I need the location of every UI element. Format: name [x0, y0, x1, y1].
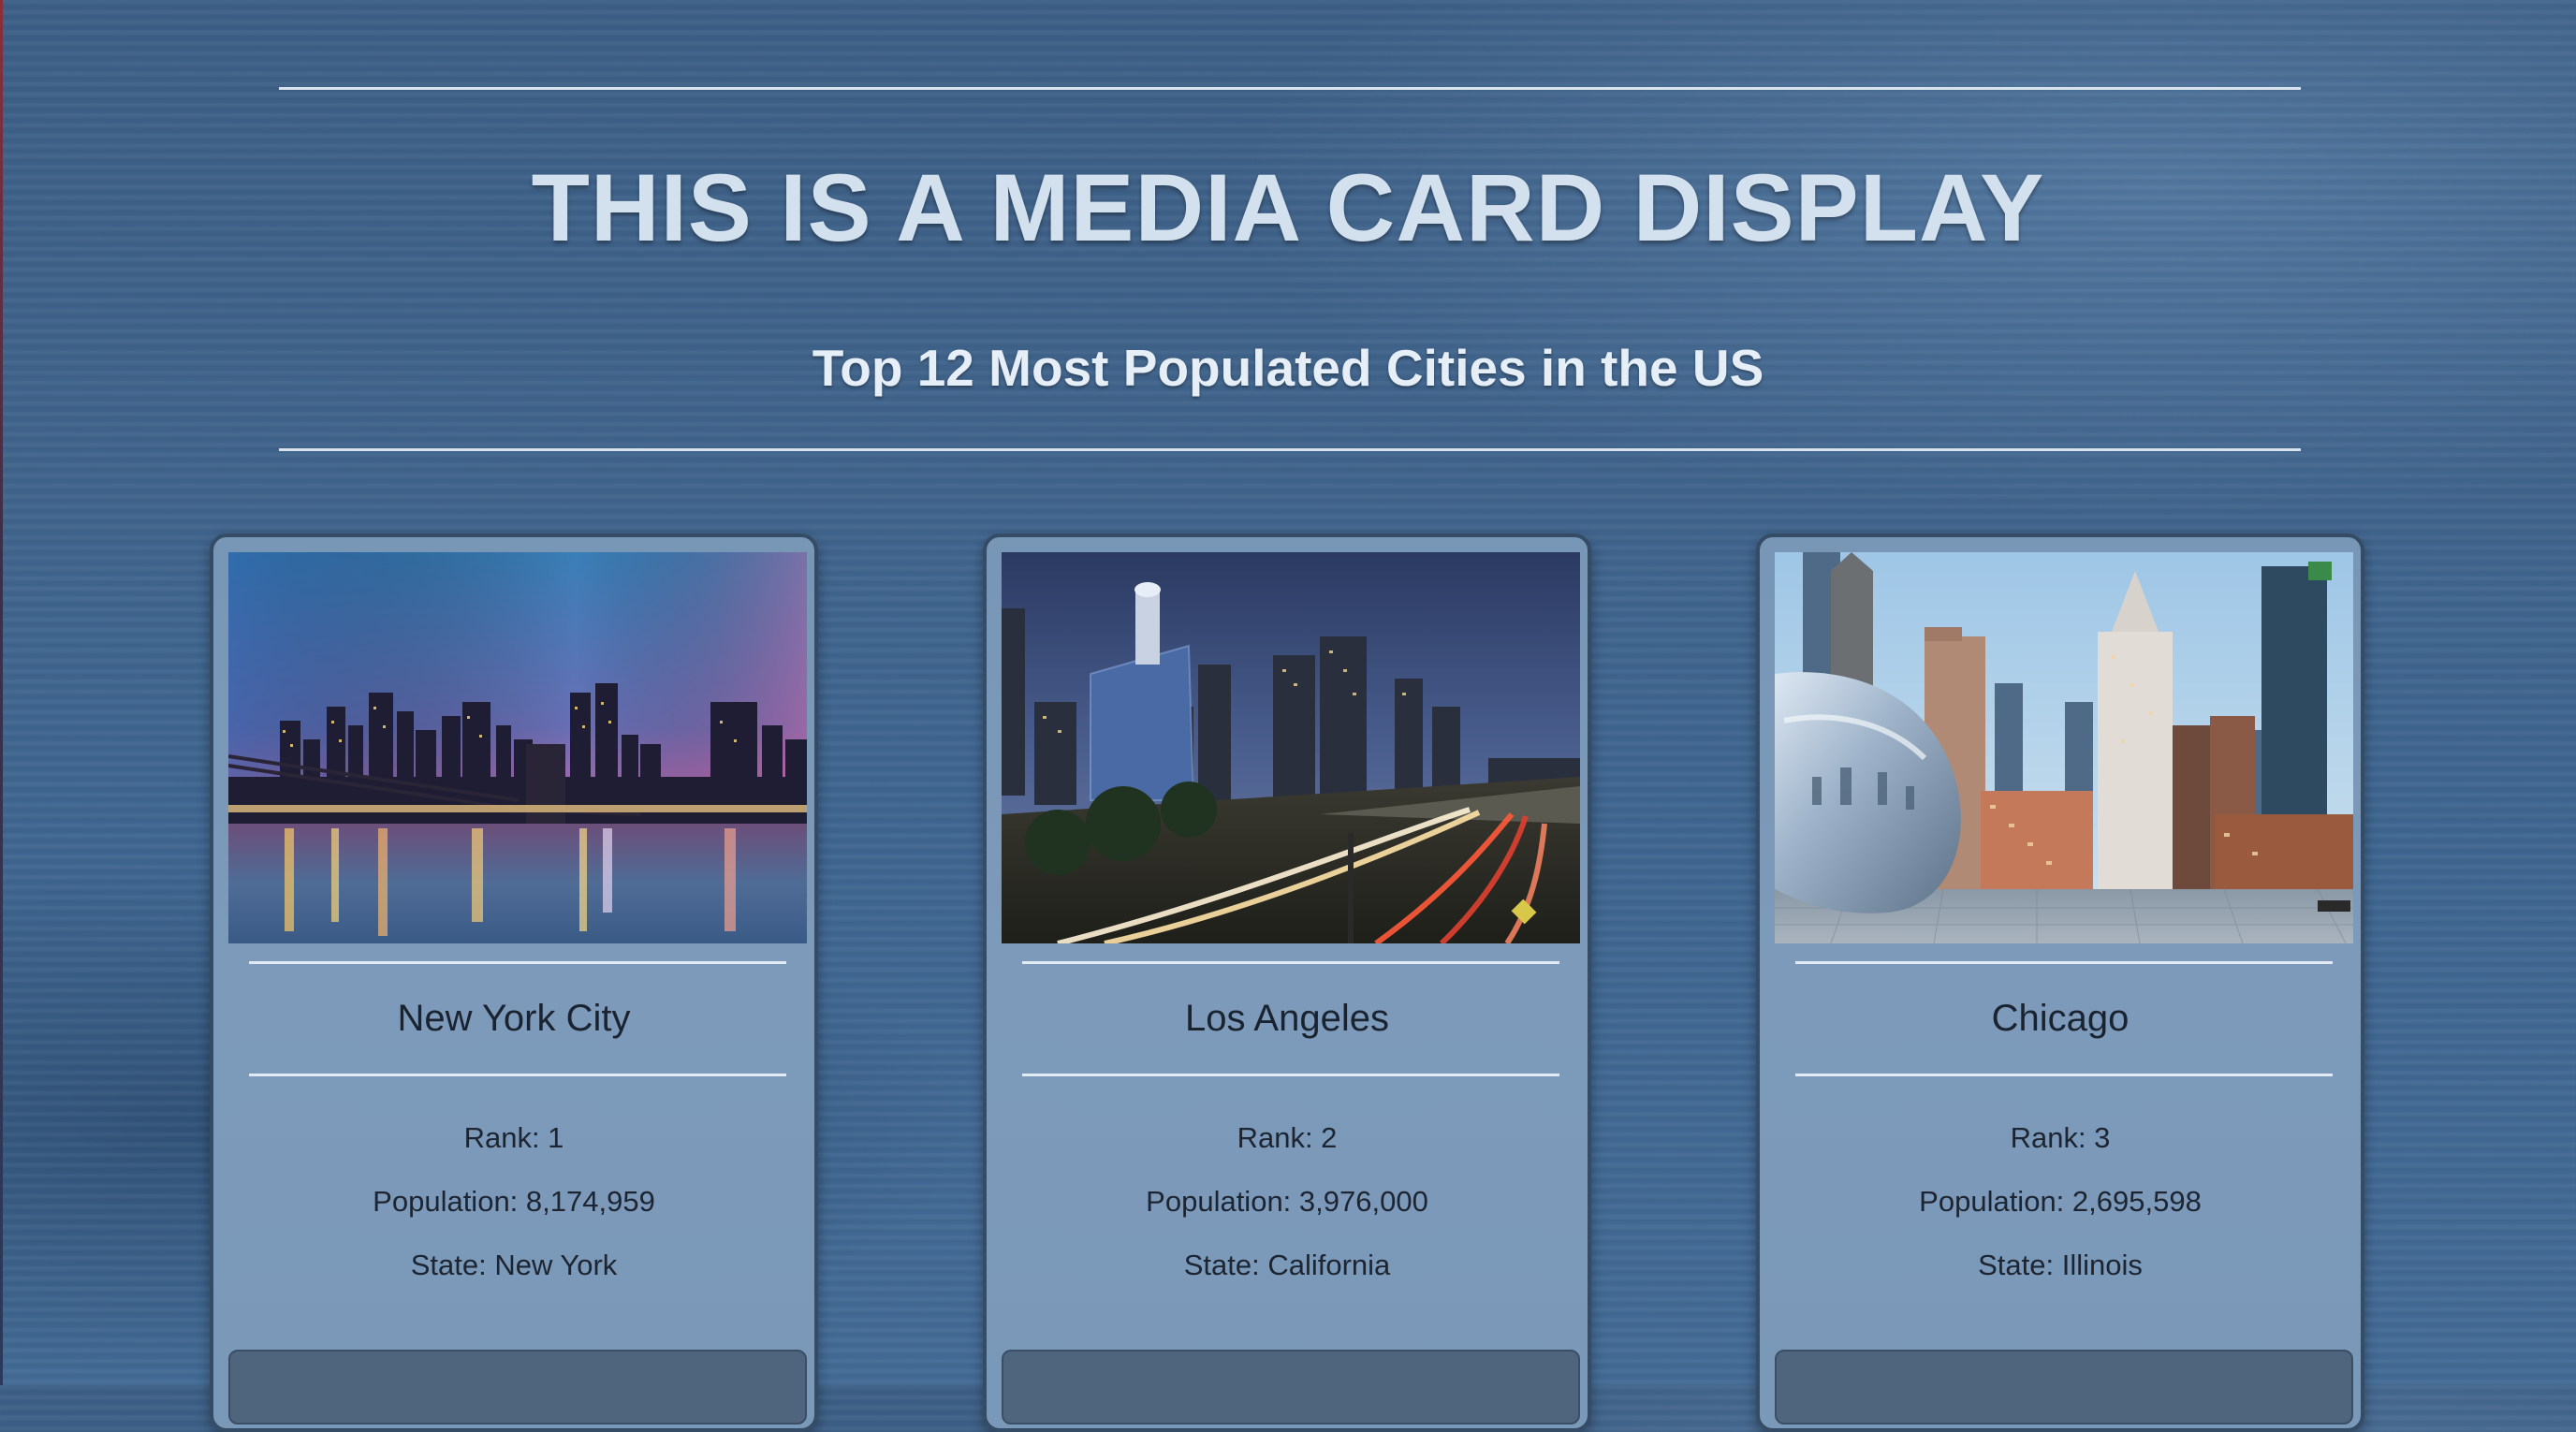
- card-action-button[interactable]: [1775, 1350, 2353, 1425]
- card-rank: Rank: 3: [2010, 1121, 2111, 1154]
- card-top-divider: [249, 961, 786, 964]
- city-card-new-york: New York City Rank: 1 Population: 8,174,…: [210, 533, 818, 1432]
- new-york-skyline-image: [228, 552, 807, 943]
- card-state: State: Illinois: [1978, 1249, 2143, 1281]
- card-rank: Rank: 2: [1237, 1121, 1338, 1154]
- card-action-button[interactable]: [1002, 1350, 1580, 1425]
- card-top-divider: [1022, 961, 1559, 964]
- chicago-bean-image: [1775, 552, 2353, 943]
- card-bottom-divider: [1795, 1074, 2333, 1076]
- city-card-los-angeles: Los Angeles Rank: 2 Population: 3,976,00…: [983, 533, 1591, 1432]
- card-bottom-divider: [249, 1074, 786, 1076]
- header-top-rule: [279, 87, 2301, 90]
- card-population: Population: 3,976,000: [1146, 1185, 1428, 1218]
- card-city-name: New York City: [397, 998, 631, 1039]
- header-bottom-rule: [279, 448, 2301, 451]
- card-bottom-divider: [1022, 1074, 1559, 1076]
- card-city-name: Chicago: [1991, 998, 2130, 1039]
- city-card-chicago: Chicago Rank: 3 Population: 2,695,598 St…: [1756, 533, 2364, 1432]
- page-title: THIS IS A MEDIA CARD DISPLAY: [531, 154, 2045, 261]
- card-population: Population: 2,695,598: [1919, 1185, 2202, 1218]
- card-population: Population: 8,174,959: [373, 1185, 655, 1218]
- card-top-divider: [1795, 961, 2333, 964]
- card-state: State: New York: [410, 1249, 618, 1281]
- card-rank: Rank: 1: [463, 1121, 564, 1154]
- card-city-name: Los Angeles: [1185, 998, 1389, 1039]
- card-state: State: California: [1183, 1249, 1391, 1281]
- los-angeles-freeway-image: [1002, 552, 1580, 943]
- card-action-button[interactable]: [228, 1350, 807, 1425]
- page-subtitle: Top 12 Most Populated Cities in the US: [812, 339, 1764, 397]
